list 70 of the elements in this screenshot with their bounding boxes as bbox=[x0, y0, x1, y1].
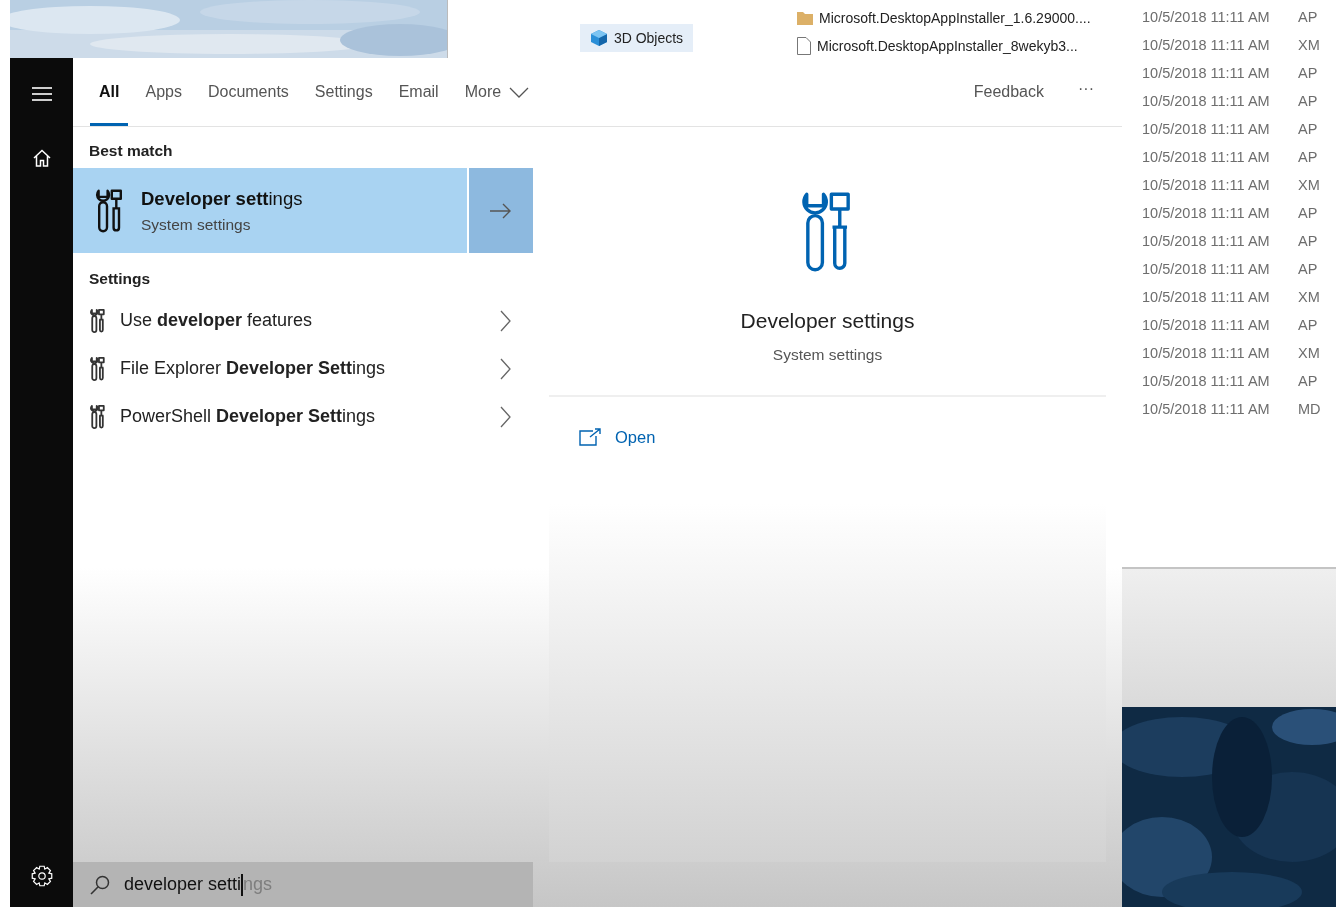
type-cell-text: AP bbox=[1298, 232, 1318, 252]
date-cell-text: 10/5/2018 11:11 AM bbox=[1142, 316, 1271, 336]
type-cell-text: XM bbox=[1298, 344, 1320, 364]
settings-result[interactable]: Use developer features bbox=[73, 296, 533, 345]
type-cell-text: AP bbox=[1298, 120, 1318, 140]
date-cell-text: 10/5/2018 11:11 AM bbox=[1142, 92, 1271, 112]
date-cell-text: 10/5/2018 11:11 AM bbox=[1142, 400, 1271, 420]
date-cell-text: 10/5/2018 11:11 AM bbox=[1142, 120, 1271, 140]
type-cell-text: XM bbox=[1298, 176, 1320, 196]
type-cell-text: MD bbox=[1298, 400, 1321, 420]
section-heading: Best match bbox=[88, 141, 174, 161]
type-cell-text: XM bbox=[1298, 288, 1320, 308]
date-cell-text: 10/5/2018 11:11 AM bbox=[1142, 288, 1271, 308]
text-cursor bbox=[241, 874, 244, 897]
type-cell-text: AP bbox=[1298, 260, 1318, 280]
search-icon bbox=[90, 874, 110, 895]
date-cell-text: 10/5/2018 11:11 AM bbox=[1142, 36, 1271, 56]
chevron-right-icon bbox=[500, 405, 511, 428]
settings-icon[interactable] bbox=[30, 865, 53, 887]
file-icon bbox=[797, 37, 811, 55]
date-cell-text: 10/5/2018 11:11 AM bbox=[1142, 232, 1271, 252]
type-cell-text: XM bbox=[1298, 36, 1320, 56]
chevron-right-icon bbox=[500, 309, 511, 332]
tab[interactable]: Documents bbox=[198, 58, 298, 126]
feedback-link[interactable]: Feedback bbox=[965, 58, 1052, 126]
preview-title: Developer settings bbox=[740, 308, 915, 334]
open-action[interactable]: Open bbox=[579, 421, 656, 454]
settings-result[interactable]: PowerShell Developer Settings bbox=[73, 392, 533, 441]
nav-item[interactable]: 3D Objects bbox=[579, 24, 694, 52]
settings-tools-icon bbox=[90, 404, 106, 429]
section-heading: Settings bbox=[88, 269, 152, 290]
open-window-icon bbox=[579, 428, 601, 447]
file-name[interactable]: Microsoft.DesktopAppInstaller_1.6.29000.... bbox=[819, 7, 1091, 29]
settings-tools-icon bbox=[90, 308, 106, 333]
tab[interactable]: Email bbox=[389, 58, 448, 126]
type-cell-text: AP bbox=[1298, 372, 1318, 392]
tab[interactable]: All bbox=[90, 58, 129, 126]
preview-subtitle: System settings bbox=[772, 344, 883, 365]
folder-icon bbox=[797, 11, 813, 25]
date-cell-text: 10/5/2018 11:11 AM bbox=[1142, 260, 1271, 280]
date-cell-text: 10/5/2018 11:11 AM bbox=[1142, 176, 1271, 196]
settings-tools-icon bbox=[90, 356, 106, 381]
menu-icon[interactable] bbox=[31, 86, 52, 102]
tab[interactable]: Settings bbox=[305, 58, 382, 126]
type-cell-text: AP bbox=[1298, 148, 1318, 168]
nav-label: 3D Objects bbox=[613, 28, 684, 48]
chevron-down-icon bbox=[509, 86, 530, 98]
settings-result[interactable]: File Explorer Developer Settings bbox=[73, 344, 533, 393]
tab[interactable]: More bbox=[455, 58, 539, 126]
date-cell-text: 10/5/2018 11:11 AM bbox=[1142, 64, 1271, 84]
date-cell-text: 10/5/2018 11:11 AM bbox=[1142, 8, 1271, 28]
home-icon[interactable] bbox=[32, 149, 51, 167]
cube-icon bbox=[589, 29, 608, 47]
best-match-result[interactable]: Developer settings System settings bbox=[73, 168, 467, 254]
date-cell-text: 10/5/2018 11:11 AM bbox=[1142, 372, 1271, 392]
settings-tools-icon bbox=[95, 188, 125, 233]
date-cell-text: 10/5/2018 11:11 AM bbox=[1142, 204, 1271, 224]
date-cell-text: 10/5/2018 11:11 AM bbox=[1142, 344, 1271, 364]
type-cell-text: AP bbox=[1298, 92, 1318, 112]
type-cell-text: AP bbox=[1298, 8, 1318, 28]
typed-text: developer setti bbox=[124, 874, 242, 894]
tab[interactable]: Apps bbox=[136, 58, 191, 126]
date-cell-text: 10/5/2018 11:11 AM bbox=[1142, 148, 1271, 168]
type-cell-text: AP bbox=[1298, 204, 1318, 224]
more-options-button[interactable]: ··· bbox=[1070, 58, 1102, 126]
type-cell-text: AP bbox=[1298, 64, 1318, 84]
arrow-right-icon bbox=[490, 202, 512, 219]
chevron-right-icon bbox=[500, 357, 511, 380]
type-cell-text: AP bbox=[1298, 316, 1318, 336]
file-name[interactable]: Microsoft.DesktopAppInstaller_8wekyb3... bbox=[817, 35, 1078, 57]
